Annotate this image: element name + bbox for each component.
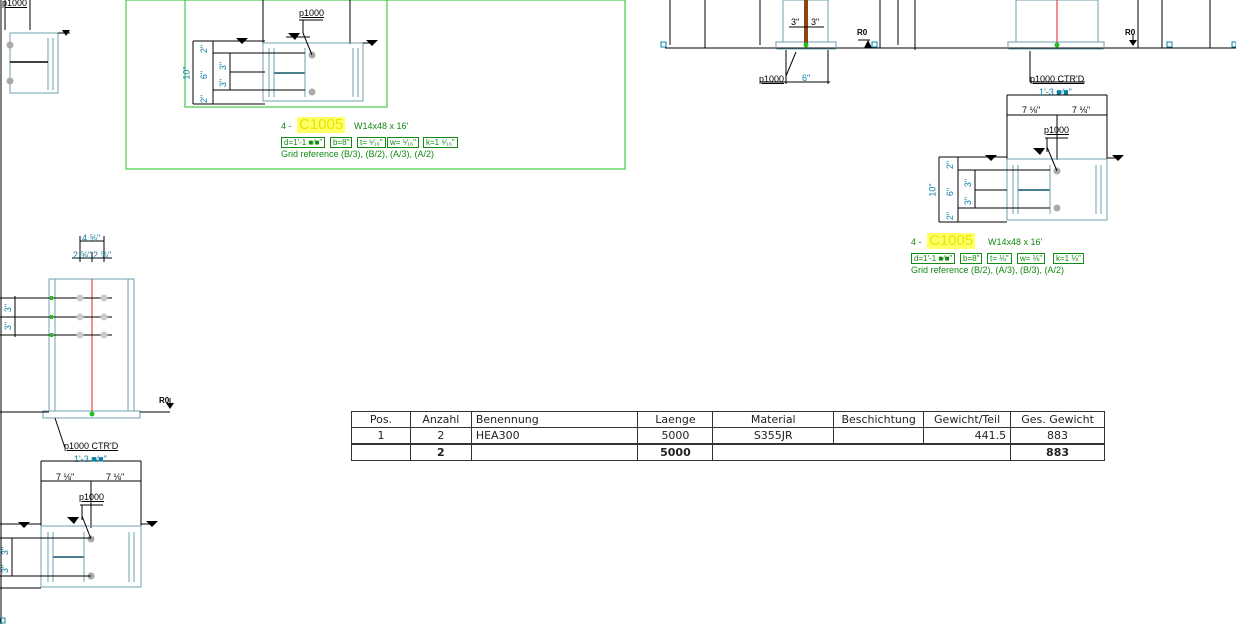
dim-label: 3" — [218, 61, 229, 71]
prop-depth: d=1'-1 ■⁄■" — [911, 253, 956, 264]
column-header: Beschichtung — [833, 411, 925, 428]
table-cell: 5000 — [637, 427, 714, 445]
column-header: Gewicht/Teil — [923, 411, 1012, 428]
prop-web: w= ⁵⁄₁₆" — [387, 137, 420, 148]
dim-label: 2 ⅝" — [73, 250, 92, 260]
table-cell: 1 — [351, 427, 411, 445]
dim-label: 2" — [199, 44, 210, 54]
table-cell: 2 — [409, 443, 472, 461]
table-cell — [470, 443, 639, 461]
dim-label: 2" — [945, 211, 956, 221]
detail-bottom-left — [0, 460, 158, 624]
table-cell: 5000 — [637, 443, 714, 461]
table-cell: 441.5 — [923, 427, 1012, 445]
prop-width: b=8" — [960, 253, 983, 264]
prop-k: k=1 ⁵⁄₁₆" — [423, 137, 458, 148]
prop-width: b=8" — [330, 137, 353, 148]
bolt-callout: p1000 — [79, 492, 105, 502]
bolt-callout: p1000 — [299, 8, 325, 18]
dim-label: 4 ⅝" — [82, 233, 101, 243]
column-header: Benennung — [470, 411, 639, 428]
dim-label: 3" — [0, 546, 11, 556]
table-cell — [351, 443, 411, 461]
dim-label: 3" — [963, 178, 974, 188]
table-cell: S355JR — [712, 427, 835, 445]
dim-total: 10" — [927, 183, 938, 197]
detail-top-right — [915, 0, 1236, 83]
dim-label: 2" — [199, 94, 210, 104]
weld-dim: 3" — [791, 17, 800, 27]
table-cell: 2 — [409, 427, 472, 445]
dim-label: 3" — [3, 303, 14, 313]
dim-label: 3" — [218, 78, 229, 88]
column-header: Laenge — [637, 411, 714, 428]
column-header: Material — [712, 411, 835, 428]
half-dim-right: 7 ⅛" — [1072, 105, 1091, 115]
weld-dim: 3" — [811, 17, 820, 27]
table-row: 1 2 HEA300 5000 S355JR 441.5 883 — [351, 427, 1105, 445]
ref-marker: R0 — [1125, 28, 1136, 37]
dim-label: 6" — [945, 187, 956, 197]
span-dim: 1'-3 ■⁄■" — [74, 454, 107, 464]
ref-marker: R0 — [159, 396, 170, 405]
corner-label: p1000 — [2, 0, 28, 8]
bolt-callout: p1000 CTR'D — [64, 441, 119, 451]
table-cell: HEA300 — [470, 427, 639, 445]
column-header: Anzahl — [409, 411, 472, 428]
prop-k: k=1 ⅛" — [1053, 253, 1084, 264]
section-size: W14x48 x 16' — [988, 237, 1043, 247]
dim-label: 6" — [802, 73, 811, 83]
member-count: 4 - — [911, 237, 922, 247]
half-dim-right: 7 ⅛" — [106, 472, 125, 482]
prop-flange: t= ⅛" — [987, 253, 1012, 264]
table-cell: 883 — [1010, 427, 1105, 445]
detail-left-middle — [0, 236, 174, 449]
dim-label: 6" — [199, 70, 210, 80]
ref-marker: R0 — [857, 28, 868, 37]
grid-reference: Grid reference (B/2), (A/3), (B/3), (A/2… — [911, 265, 1065, 275]
piece-mark[interactable]: C1005 — [927, 233, 976, 249]
column-header: Ges. Gewicht — [1010, 411, 1105, 428]
span-dim: 1'-3 ■⁄■" — [1039, 87, 1072, 97]
dim-label: 2 ⅝" — [93, 250, 112, 260]
prop-depth: d=1'-1 ■⁄■" — [281, 137, 326, 148]
dim-label: 3" — [963, 196, 974, 206]
dim-label: 3" — [0, 564, 11, 574]
member-count: 4 - — [281, 121, 292, 131]
column-header: Pos. — [351, 411, 411, 428]
dim-label: 3" — [3, 321, 14, 331]
section-size: W14x48 x 16' — [354, 121, 409, 131]
bolt-callout: p1000 CTR'D — [1030, 74, 1085, 84]
table-header-row: Pos. Anzahl Benennung Laenge Material Be… — [351, 411, 1105, 428]
dim-total: 10" — [181, 66, 192, 80]
prop-flange: t= ⁵⁄₁₆" — [357, 137, 386, 148]
detail-partial-top-left — [4, 0, 70, 94]
table-cell — [833, 427, 925, 445]
parts-list-table: Pos. Anzahl Benennung Laenge Material Be… — [351, 411, 1105, 461]
bolt-callout: p1000 — [759, 74, 785, 84]
half-dim-left: 7 ⅛" — [56, 472, 75, 482]
grid-reference: Grid reference (B/3), (B/2), (A/3), (A/2… — [281, 149, 435, 159]
piece-mark[interactable]: C1005 — [297, 117, 346, 133]
table-total-row: 2 5000 883 — [351, 443, 1105, 461]
half-dim-left: 7 ⅛" — [1022, 105, 1041, 115]
dim-label: 2" — [945, 160, 956, 170]
bolt-callout: p1000 — [1044, 125, 1070, 135]
table-cell — [712, 443, 1012, 461]
table-cell: 883 — [1010, 443, 1105, 461]
prop-web: w= ⅛" — [1017, 253, 1046, 264]
